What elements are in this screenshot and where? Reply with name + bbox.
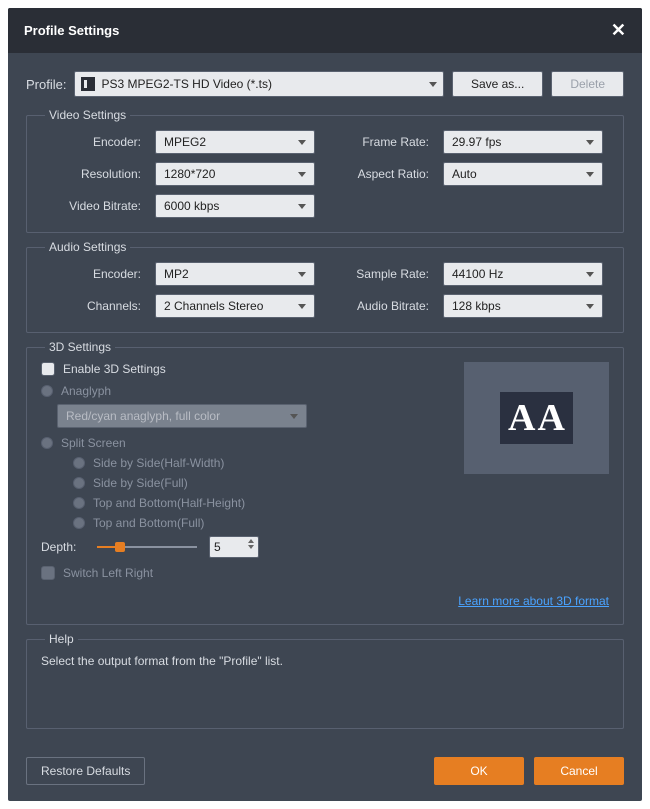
- help-group: Help Select the output format from the "…: [26, 639, 624, 729]
- 3d-legend: 3D Settings: [45, 340, 115, 354]
- profile-row: Profile: PS3 MPEG2-TS HD Video (*.ts) Sa…: [26, 71, 624, 97]
- tab-full-radio: [73, 517, 85, 529]
- chevron-down-icon: [586, 172, 594, 177]
- depth-label: Depth:: [41, 540, 85, 554]
- audio-legend: Audio Settings: [45, 240, 130, 254]
- profile-settings-window: Profile Settings ✕ Profile: PS3 MPEG2-TS…: [8, 8, 642, 801]
- anaglyph-mode-select: Red/cyan anaglyph, full color: [57, 404, 307, 428]
- chevron-down-icon: [429, 82, 437, 87]
- 3d-options: Enable 3D Settings Anaglyph Red/cyan ana…: [41, 362, 452, 588]
- video-legend: Video Settings: [45, 108, 130, 122]
- chevron-up-icon[interactable]: [248, 539, 254, 543]
- close-icon[interactable]: ✕: [611, 20, 626, 41]
- switch-lr-row: Switch Left Right: [41, 566, 452, 580]
- sbs-half-radio: [73, 457, 85, 469]
- video-aspect-label: Aspect Ratio:: [329, 167, 429, 181]
- sbs-full-radio: [73, 477, 85, 489]
- 3d-settings-group: 3D Settings Enable 3D Settings Anaglyph …: [26, 347, 624, 625]
- audio-settings-group: Audio Settings Encoder: MP2 Sample Rate:…: [26, 247, 624, 333]
- help-legend: Help: [45, 632, 78, 646]
- chevron-down-icon: [298, 272, 306, 277]
- disk-icon: [81, 77, 95, 91]
- restore-defaults-button[interactable]: Restore Defaults: [26, 757, 145, 785]
- video-resolution-label: Resolution:: [41, 167, 141, 181]
- depth-row: Depth: 5: [41, 536, 452, 558]
- 3d-preview-col: AA: [464, 362, 609, 588]
- audio-channels-label: Channels:: [41, 299, 141, 313]
- audio-samplerate-select[interactable]: 44100 Hz: [443, 262, 603, 286]
- audio-bitrate-select[interactable]: 128 kbps: [443, 294, 603, 318]
- switch-lr-label: Switch Left Right: [63, 566, 153, 580]
- anaglyph-radio-row: Anaglyph: [41, 384, 452, 398]
- learn-more-link[interactable]: Learn more about 3D format: [458, 594, 609, 608]
- video-encoder-label: Encoder:: [41, 135, 141, 149]
- footer: Restore Defaults OK Cancel: [8, 757, 642, 801]
- enable-3d-label: Enable 3D Settings: [63, 362, 166, 376]
- depth-slider[interactable]: [97, 540, 197, 554]
- tab-full-row: Top and Bottom(Full): [73, 516, 452, 530]
- tab-half-radio: [73, 497, 85, 509]
- ok-button[interactable]: OK: [434, 757, 524, 785]
- audio-encoder-select[interactable]: MP2: [155, 262, 315, 286]
- titlebar: Profile Settings ✕: [8, 8, 642, 53]
- enable-3d-row[interactable]: Enable 3D Settings: [41, 362, 452, 376]
- chevron-down-icon: [290, 414, 298, 419]
- profile-select[interactable]: PS3 MPEG2-TS HD Video (*.ts): [74, 71, 443, 97]
- split-label: Split Screen: [61, 436, 126, 450]
- split-radio: [41, 437, 53, 449]
- profile-label: Profile:: [26, 77, 66, 92]
- video-encoder-select[interactable]: MPEG2: [155, 130, 315, 154]
- chevron-down-icon: [586, 140, 594, 145]
- anaglyph-radio: [41, 385, 53, 397]
- cancel-button[interactable]: Cancel: [534, 757, 624, 785]
- chevron-down-icon: [298, 204, 306, 209]
- chevron-down-icon: [298, 304, 306, 309]
- video-bitrate-label: Video Bitrate:: [41, 199, 141, 213]
- profile-value: PS3 MPEG2-TS HD Video (*.ts): [101, 77, 428, 91]
- chevron-down-icon: [586, 272, 594, 277]
- help-text: Select the output format from the "Profi…: [41, 654, 609, 714]
- video-settings-group: Video Settings Encoder: MPEG2 Frame Rate…: [26, 115, 624, 233]
- enable-3d-checkbox[interactable]: [41, 362, 55, 376]
- chevron-down-icon[interactable]: [248, 545, 254, 549]
- video-bitrate-select[interactable]: 6000 kbps: [155, 194, 315, 218]
- audio-encoder-label: Encoder:: [41, 267, 141, 281]
- delete-button: Delete: [551, 71, 624, 97]
- video-resolution-select[interactable]: 1280*720: [155, 162, 315, 186]
- video-aspect-select[interactable]: Auto: [443, 162, 603, 186]
- content-area: Profile: PS3 MPEG2-TS HD Video (*.ts) Sa…: [8, 53, 642, 757]
- audio-bitrate-label: Audio Bitrate:: [329, 299, 429, 313]
- depth-spinner[interactable]: 5: [209, 536, 259, 558]
- audio-samplerate-label: Sample Rate:: [329, 267, 429, 281]
- sbs-half-row: Side by Side(Half-Width): [73, 456, 452, 470]
- slider-thumb[interactable]: [115, 542, 125, 552]
- split-screen-radio-row: Split Screen: [41, 436, 452, 450]
- tab-half-row: Top and Bottom(Half-Height): [73, 496, 452, 510]
- video-framerate-label: Frame Rate:: [329, 135, 429, 149]
- chevron-down-icon: [298, 172, 306, 177]
- chevron-down-icon: [586, 304, 594, 309]
- switch-lr-checkbox: [41, 566, 55, 580]
- 3d-preview: AA: [464, 362, 609, 474]
- chevron-down-icon: [298, 140, 306, 145]
- video-framerate-select[interactable]: 29.97 fps: [443, 130, 603, 154]
- save-as-button[interactable]: Save as...: [452, 71, 543, 97]
- window-title: Profile Settings: [24, 23, 119, 38]
- sbs-full-row: Side by Side(Full): [73, 476, 452, 490]
- anaglyph-label: Anaglyph: [61, 384, 111, 398]
- audio-channels-select[interactable]: 2 Channels Stereo: [155, 294, 315, 318]
